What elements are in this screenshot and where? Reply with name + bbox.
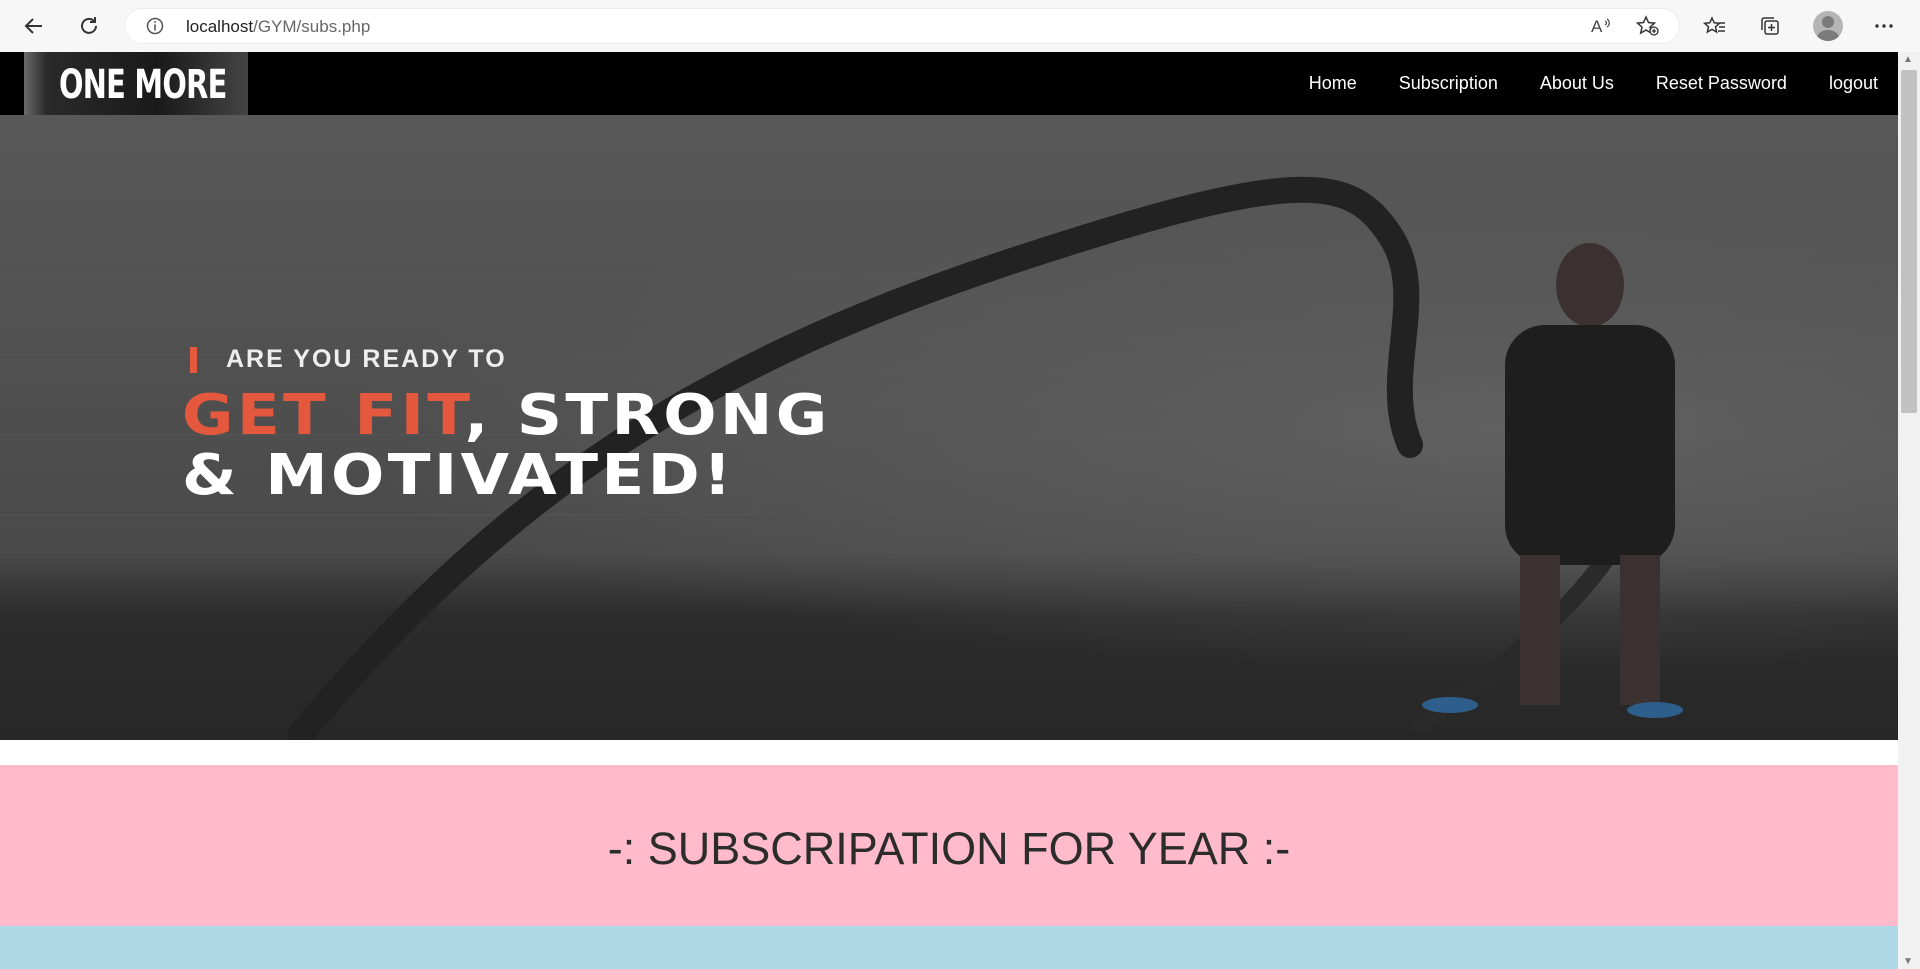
hero-line-1-rest: , STRONG: [464, 383, 831, 448]
section-title: -: SUBSCRIPATION FOR YEAR :-: [607, 823, 1291, 874]
favorites-icon[interactable]: [1697, 8, 1733, 44]
page-content: ONE MORE Home Subscription About Us Rese…: [0, 52, 1898, 969]
scroll-down-icon[interactable]: ▼: [1903, 956, 1913, 967]
add-favorite-icon[interactable]: [1635, 15, 1660, 42]
svg-text:A: A: [1591, 17, 1603, 36]
back-arrow-icon[interactable]: [16, 8, 52, 44]
info-icon[interactable]: [146, 17, 164, 40]
nav-home[interactable]: Home: [1309, 73, 1357, 94]
nav-logout[interactable]: logout: [1829, 73, 1878, 94]
read-aloud-icon[interactable]: A: [1590, 15, 1614, 42]
scroll-up-icon[interactable]: ▲: [1903, 54, 1913, 65]
hero-line-1: GET FIT, STRONG: [182, 386, 831, 446]
nav-about-us[interactable]: About Us: [1540, 73, 1614, 94]
browser-toolbar: localhost/GYM/subs.php A: [0, 0, 1920, 53]
brand-text: ONE MORE: [59, 62, 227, 108]
more-icon[interactable]: [1866, 8, 1902, 44]
hero-banner: ARE YOU READY TO GET FIT, STRONG & MOTIV…: [0, 115, 1898, 740]
hero-pretitle: ARE YOU READY TO: [182, 345, 761, 374]
nav-reset-password[interactable]: Reset Password: [1656, 73, 1787, 94]
hero-accent: GET FIT: [182, 383, 465, 448]
subscription-section: -: SUBSCRIPATION FOR YEAR :-: [0, 765, 1898, 926]
refresh-icon[interactable]: [71, 8, 107, 44]
plans-section: [0, 926, 1898, 969]
url-text: localhost/GYM/subs.php: [186, 17, 371, 36]
nav-links: Home Subscription About Us Reset Passwor…: [1267, 52, 1878, 115]
scroll-thumb[interactable]: [1901, 70, 1917, 413]
profile-icon[interactable]: [1813, 11, 1843, 41]
collections-icon[interactable]: [1752, 8, 1788, 44]
nav-subscription[interactable]: Subscription: [1399, 73, 1498, 94]
navbar: ONE MORE Home Subscription About Us Rese…: [0, 52, 1898, 115]
scrollbar[interactable]: ▲ ▼: [1898, 52, 1920, 969]
brand-logo[interactable]: ONE MORE: [24, 52, 248, 115]
address-bar[interactable]: localhost/GYM/subs.php A: [124, 8, 1680, 44]
hero-headline: ARE YOU READY TO GET FIT, STRONG & MOTIV…: [182, 345, 827, 506]
hero-line-2: & MOTIVATED!: [182, 443, 735, 508]
